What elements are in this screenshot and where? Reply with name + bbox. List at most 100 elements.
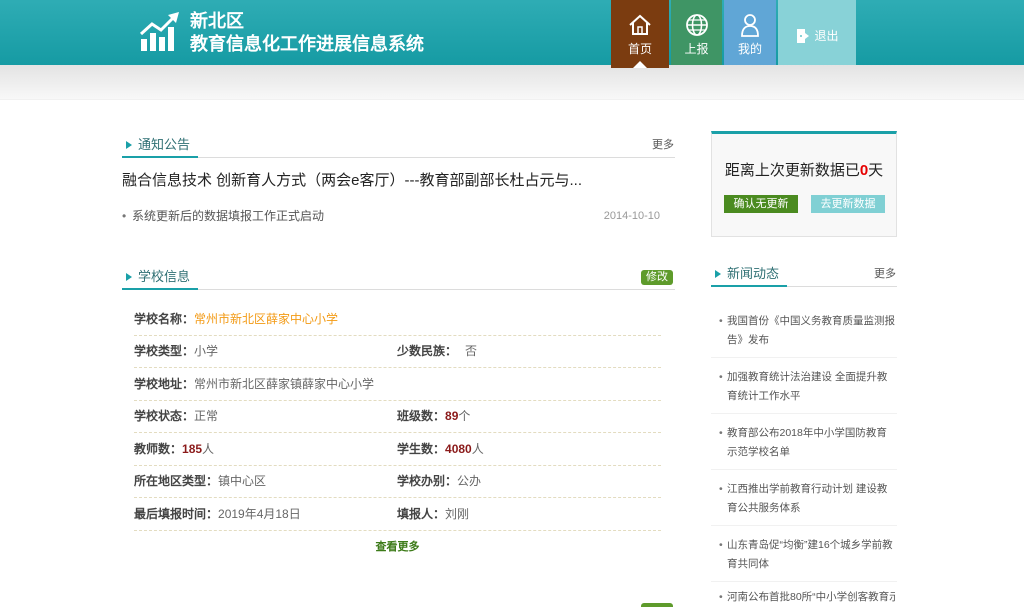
bullet-icon: • — [719, 371, 723, 383]
ownership-label: 学校办别： — [397, 474, 458, 489]
teacher-count-label: 教师数： — [134, 441, 183, 456]
user-icon — [741, 14, 759, 37]
list-item: • 加强教育统计法治建设 全面提升教育统计工作水平 — [711, 358, 897, 414]
bullet-icon: • — [719, 591, 723, 603]
school-title-text: 学校信息 — [138, 269, 191, 284]
school-type-value: 小学 — [194, 344, 219, 359]
list-item: • 山东青岛促“均衡”建16个城乡学前教育共同体 — [711, 526, 897, 582]
table-row: 学校地址：常州市新北区薛家镇薛家中心小学 — [134, 368, 661, 401]
table-row: 教师数：185人 学生数：4080人 — [134, 433, 661, 466]
class-count-value: 89 — [445, 409, 459, 424]
school-status-label: 学校状态： — [134, 409, 195, 424]
school-info-table: 学校名称：常州市新北区薛家中心小学 学校类型：小学 少数民族：否 学校地址：常州… — [134, 303, 661, 531]
news-item-link[interactable]: 教育部公布2018年中小学国防教育示范学校名单 — [727, 424, 895, 462]
nav-tab-mine-label: 我的 — [737, 42, 762, 56]
list-item: • 教育部公布2018年中小学国防教育示范学校名单 — [711, 414, 897, 470]
school-section-header: 学校信息 修改 — [122, 265, 675, 290]
bullet-icon: • — [719, 427, 723, 439]
confirm-no-update-button[interactable]: 确认无更新 — [724, 195, 798, 213]
table-row: 学校状态：正常 班级数：89个 — [134, 401, 661, 433]
teacher-count-value: 185 — [182, 441, 203, 456]
district-name: 新北区 — [190, 11, 244, 31]
triangle-marker-icon — [715, 270, 721, 278]
class-count-unit: 个 — [458, 409, 471, 424]
student-count-label: 学生数： — [397, 441, 446, 456]
bullet-icon: • — [122, 209, 127, 223]
header-shadow-band — [0, 65, 1024, 100]
nav-tab-logout[interactable]: 退出 — [778, 0, 856, 65]
bullet-icon: • — [719, 315, 723, 327]
table-row: 学校类型：小学 少数民族： 否 — [134, 336, 661, 368]
school-name-label: 学校名称： — [134, 311, 195, 326]
bullet-icon: • — [719, 539, 723, 551]
school-type-label: 学校类型： — [134, 344, 195, 359]
reporter-value: 刘刚 — [445, 506, 470, 521]
student-count-value: 4080 — [445, 441, 472, 456]
update-reminder-prefix: 距离上次更新数据已 — [724, 162, 860, 179]
school-name-value: 常州市新北区薛家中心小学 — [194, 311, 339, 326]
bar-chart-growth-icon — [139, 12, 179, 51]
update-reminder-text: 距离上次更新数据已0天 — [712, 161, 896, 181]
news-title-text: 新闻动态 — [727, 266, 780, 281]
system-title: 教育信息化工作进展信息系统 — [190, 34, 424, 54]
news-item-link[interactable]: 河南公布首批80所“中小学创客教育示 — [727, 588, 895, 607]
next-section-button[interactable] — [641, 603, 673, 607]
school-address-value: 常州市新北区薛家镇薛家中心小学 — [194, 376, 375, 391]
reporter-label: 填报人： — [397, 506, 446, 521]
list-item: • 系统更新后的数据填报工作正式启动 2014-10-10 — [122, 208, 660, 224]
student-count-unit: 人 — [471, 441, 484, 456]
teacher-count-unit: 人 — [202, 441, 215, 456]
news-section-header: 新闻动态 更多 — [711, 262, 897, 287]
home-icon — [629, 14, 651, 35]
update-reminder-box: 距离上次更新数据已0天 确认无更新 去更新数据 — [711, 131, 897, 237]
school-status-value: 正常 — [194, 409, 219, 424]
nav-tab-home[interactable]: 首页 — [611, 0, 669, 68]
nav-tab-logout-label: 退出 — [814, 29, 839, 43]
nav-tab-home-label: 首页 — [627, 42, 652, 56]
nav-tab-mine[interactable]: 我的 — [724, 0, 776, 65]
triangle-marker-icon — [126, 273, 132, 281]
news-more-link[interactable]: 更多 — [874, 267, 896, 281]
logout-icon — [797, 29, 810, 43]
area-type-value: 镇中心区 — [218, 474, 267, 489]
bullet-icon: • — [719, 483, 723, 495]
notice-item-date: 2014-10-10 — [603, 210, 660, 222]
table-row: 所在地区类型：镇中心区 学校办别：公办 — [134, 466, 661, 498]
nav-tab-report[interactable]: 上报 — [671, 0, 722, 65]
page: 新北区 教育信息化工作进展信息系统 首页 上报 我的 退出 通知公告 更多 融合… — [0, 0, 1024, 607]
table-row: 最后填报时间：2019年4月18日 填报人：刘刚 — [134, 498, 661, 531]
class-count-label: 班级数： — [397, 409, 446, 424]
notice-headline-link[interactable]: 融合信息技术 创新育人方式（两会e客厅）---教育部副部长杜占元与... — [122, 172, 675, 190]
notice-item-link[interactable]: 系统更新后的数据填报工作正式启动 — [132, 208, 324, 224]
notice-section-header: 通知公告 更多 — [122, 133, 675, 158]
update-reminder-suffix: 天 — [868, 162, 884, 179]
news-item-link[interactable]: 山东青岛促“均衡”建16个城乡学前教育共同体 — [727, 536, 895, 574]
list-item: • 我国首份《中国义务教育质量监测报告》发布 — [711, 302, 897, 358]
news-list: • 我国首份《中国义务教育质量监测报告》发布 • 加强教育统计法治建设 全面提升… — [711, 302, 897, 607]
notice-section-title: 通知公告 — [122, 133, 199, 158]
notice-more-link[interactable]: 更多 — [652, 138, 674, 152]
news-section-title: 新闻动态 — [711, 262, 788, 287]
news-item-link[interactable]: 加强教育统计法治建设 全面提升教育统计工作水平 — [727, 368, 895, 406]
nav-tab-report-label: 上报 — [684, 42, 709, 56]
news-item-link[interactable]: 我国首份《中国义务教育质量监测报告》发布 — [727, 312, 895, 350]
list-item: • 河南公布首批80所“中小学创客教育示 — [711, 582, 897, 607]
last-report-value: 2019年4月18日 — [218, 506, 301, 521]
news-item-link[interactable]: 江西推出学前教育行动计划 建设教育公共服务体系 — [727, 480, 895, 518]
minority-value: 否 — [465, 344, 478, 359]
area-type-label: 所在地区类型： — [134, 474, 219, 489]
table-row: 学校名称：常州市新北区薛家中心小学 — [134, 303, 661, 336]
days-since-update: 0 — [859, 162, 869, 179]
school-address-label: 学校地址： — [134, 376, 195, 391]
edit-button[interactable]: 修改 — [641, 270, 673, 285]
globe-icon — [685, 14, 708, 36]
view-more-link[interactable]: 查看更多 — [134, 539, 661, 555]
minority-label: 少数民族： — [397, 344, 458, 359]
notice-title-text: 通知公告 — [138, 137, 191, 152]
ownership-value: 公办 — [457, 474, 482, 489]
school-section-title: 学校信息 — [122, 265, 199, 290]
triangle-marker-icon — [126, 141, 132, 149]
go-update-button[interactable]: 去更新数据 — [811, 195, 885, 213]
active-tab-indicator — [633, 61, 647, 68]
list-item: • 江西推出学前教育行动计划 建设教育公共服务体系 — [711, 470, 897, 526]
